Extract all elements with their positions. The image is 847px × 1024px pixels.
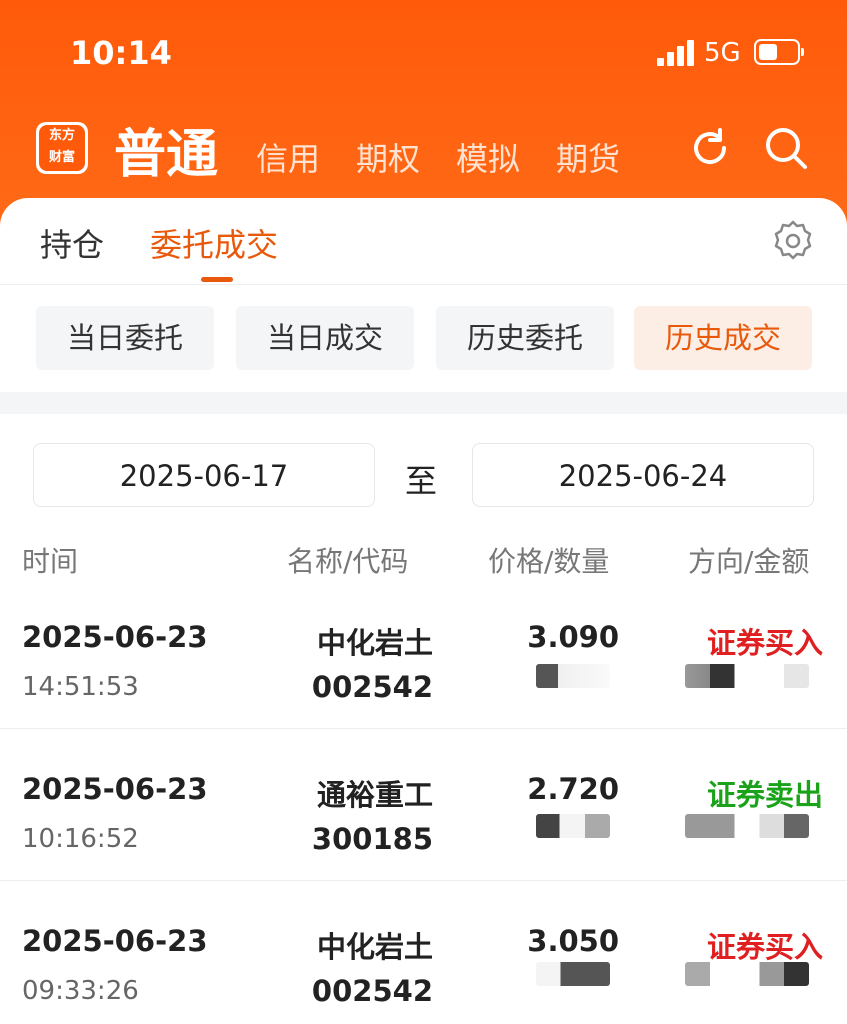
trade-price: 2.720 bbox=[527, 772, 619, 806]
tab-divider bbox=[0, 284, 847, 285]
subtab-history-orders[interactable]: 历史委托 bbox=[436, 306, 614, 370]
column-header-time: 时间 bbox=[22, 545, 79, 578]
trade-direction: 证券卖出 bbox=[706, 778, 823, 812]
stock-code: 300185 bbox=[311, 822, 433, 856]
app-header: 10:14 5G 东方 财富 普通 信用 期权 模拟 期货 bbox=[0, 0, 847, 230]
account-tab-options[interactable]: 期权 bbox=[356, 134, 420, 180]
trade-direction: 证券买入 bbox=[706, 930, 823, 964]
stock-code: 002542 bbox=[311, 974, 433, 1008]
end-date-picker[interactable]: 2025-06-24 bbox=[472, 443, 814, 507]
network-type: 5G bbox=[704, 38, 741, 68]
start-date-picker[interactable]: 2025-06-17 bbox=[33, 443, 375, 507]
trade-date: 2025-06-23 bbox=[22, 924, 208, 958]
settings-icon[interactable] bbox=[770, 218, 816, 264]
search-icon[interactable] bbox=[762, 124, 810, 172]
trade-price: 3.090 bbox=[527, 620, 619, 654]
tab-orders-trades[interactable]: 委托成交 bbox=[150, 220, 278, 266]
signal-icon bbox=[657, 40, 695, 66]
section-spacer bbox=[0, 392, 847, 414]
account-tab-credit[interactable]: 信用 bbox=[256, 134, 320, 180]
trade-direction: 证券买入 bbox=[706, 626, 823, 660]
redacted-quantity bbox=[536, 814, 610, 838]
logo-text-line1: 东方 bbox=[48, 128, 75, 143]
refresh-icon[interactable] bbox=[686, 124, 734, 172]
subtab-history-trades[interactable]: 历史成交 bbox=[634, 306, 812, 370]
column-header-name-code: 名称/代码 bbox=[287, 545, 409, 578]
stock-name: 通裕重工 bbox=[316, 778, 433, 812]
trade-date: 2025-06-23 bbox=[22, 620, 208, 654]
date-range-separator: 至 bbox=[405, 462, 438, 500]
column-header-price-qty: 价格/数量 bbox=[488, 545, 610, 578]
trade-time: 09:33:26 bbox=[22, 976, 139, 1006]
trade-time: 10:16:52 bbox=[22, 824, 139, 854]
tab-positions[interactable]: 持仓 bbox=[40, 220, 104, 266]
app-logo: 东方 财富 bbox=[36, 122, 88, 174]
redacted-amount bbox=[685, 814, 809, 838]
redacted-amount bbox=[685, 664, 809, 688]
account-tab-normal[interactable]: 普通 bbox=[114, 112, 218, 187]
subtab-today-orders[interactable]: 当日委托 bbox=[36, 306, 214, 370]
status-time: 10:14 bbox=[70, 34, 172, 72]
active-tab-indicator bbox=[201, 277, 233, 282]
row-divider bbox=[0, 880, 847, 881]
redacted-quantity bbox=[536, 664, 610, 688]
stock-code: 002542 bbox=[311, 670, 433, 704]
account-tab-simulated[interactable]: 模拟 bbox=[456, 134, 520, 180]
trade-price: 3.050 bbox=[527, 924, 619, 958]
stock-name: 中化岩土 bbox=[316, 930, 433, 964]
logo-text-line2: 财富 bbox=[48, 150, 75, 165]
subtab-today-trades[interactable]: 当日成交 bbox=[236, 306, 414, 370]
trade-date: 2025-06-23 bbox=[22, 772, 208, 806]
battery-icon bbox=[754, 39, 804, 65]
stock-name: 中化岩土 bbox=[316, 626, 433, 660]
account-tab-futures[interactable]: 期货 bbox=[556, 134, 620, 180]
column-header-direction-amount: 方向/金额 bbox=[688, 545, 810, 578]
trade-time: 14:51:53 bbox=[22, 672, 139, 702]
redacted-amount bbox=[685, 962, 809, 986]
row-divider bbox=[0, 728, 847, 729]
redacted-quantity bbox=[536, 962, 610, 986]
